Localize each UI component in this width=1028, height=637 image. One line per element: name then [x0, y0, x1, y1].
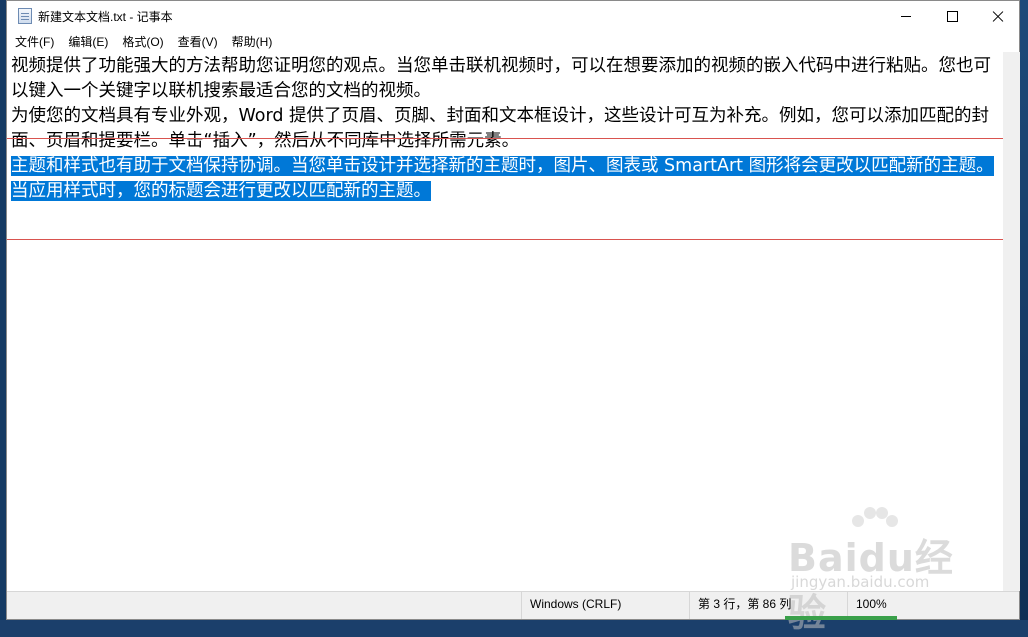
- status-zoom: 100%: [847, 592, 1019, 619]
- menu-file[interactable]: 文件(F): [7, 32, 61, 52]
- menu-view[interactable]: 查看(V): [171, 32, 225, 52]
- window-title: 新建文本文档.txt - 记事本: [38, 10, 173, 24]
- minimize-icon: [901, 16, 911, 17]
- minimize-button[interactable]: [883, 1, 929, 32]
- document-text[interactable]: 视频提供了功能强大的方法帮助您证明您的观点。当您单击联机视频时，可以在想要添加的…: [11, 54, 1001, 204]
- menu-help[interactable]: 帮助(H): [225, 32, 280, 52]
- status-cursor-position: 第 3 行，第 86 列: [689, 592, 847, 619]
- status-encoding: Windows (CRLF): [521, 592, 689, 619]
- close-button[interactable]: [975, 1, 1021, 32]
- selected-paragraph-3: 主题和样式也有助于文档保持协调。当您单击设计并选择新的主题时，图片、图表或 Sm…: [11, 156, 994, 201]
- menu-bar: 文件(F) 编辑(E) 格式(O) 查看(V) 帮助(H): [7, 32, 1019, 52]
- maximize-button[interactable]: [929, 1, 975, 32]
- notepad-window: 新建文本文档.txt - 记事本 文件(F) 编辑(E) 格式(O) 查看(V)…: [6, 0, 1020, 620]
- menu-format[interactable]: 格式(O): [115, 32, 170, 52]
- title-bar[interactable]: 新建文本文档.txt - 记事本: [7, 1, 1019, 32]
- taskbar-accent: [785, 616, 897, 620]
- close-icon: [992, 11, 1004, 23]
- notepad-icon: [18, 8, 32, 24]
- paragraph-1: 视频提供了功能强大的方法帮助您证明您的观点。当您单击联机视频时，可以在想要添加的…: [11, 56, 991, 101]
- text-editor[interactable]: 视频提供了功能强大的方法帮助您证明您的观点。当您单击联机视频时，可以在想要添加的…: [7, 52, 1003, 591]
- paragraph-2: 为使您的文档具有专业外观，Word 提供了页眉、页脚、封面和文本框设计，这些设计…: [11, 106, 990, 151]
- desktop-background-right: [1020, 0, 1028, 620]
- menu-edit[interactable]: 编辑(E): [61, 32, 115, 52]
- maximize-icon: [946, 11, 958, 22]
- status-bar: Windows (CRLF) 第 3 行，第 86 列 100%: [7, 591, 1019, 619]
- vertical-scrollbar[interactable]: [1003, 52, 1020, 591]
